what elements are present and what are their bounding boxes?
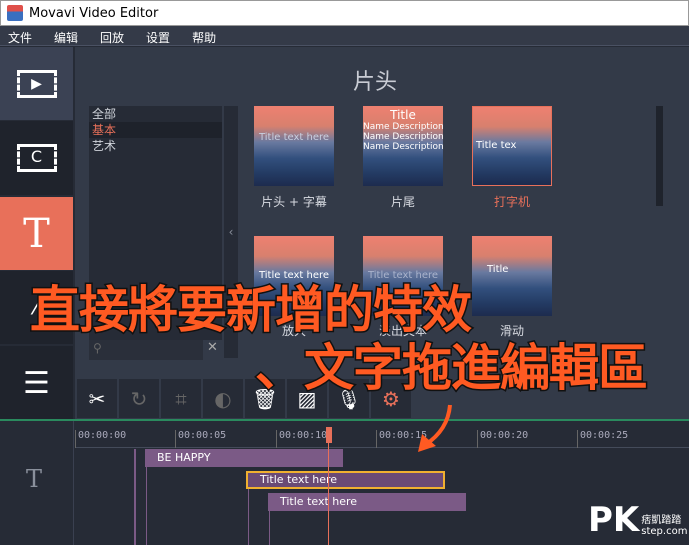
clip-link-line bbox=[146, 467, 147, 545]
app-icon bbox=[7, 5, 23, 21]
color-adjust-button[interactable]: ◐ bbox=[203, 379, 243, 418]
tick-label: 00:00:20 bbox=[477, 430, 528, 448]
thumb-label: 片尾 bbox=[390, 195, 415, 209]
timeline-clip-selected[interactable]: Title text here bbox=[246, 471, 445, 489]
title-thumb-opening[interactable]: Title text here bbox=[254, 106, 334, 186]
crop-button[interactable]: ⌗ bbox=[161, 379, 201, 418]
clip-link-line bbox=[269, 511, 270, 545]
sidebar-filters-button[interactable]: C bbox=[0, 121, 73, 195]
rotate-button[interactable]: ↻ bbox=[119, 379, 159, 418]
chevron-left-icon: ‹ bbox=[228, 225, 234, 239]
playhead-line bbox=[328, 443, 329, 545]
menu-settings[interactable]: 设置 bbox=[138, 26, 180, 45]
contrast-icon: ◐ bbox=[214, 386, 232, 411]
clip-link-line bbox=[248, 489, 249, 545]
rotate-icon: ↻ bbox=[130, 386, 148, 411]
clip-link-line bbox=[134, 449, 136, 545]
tick-label: 00:00:05 bbox=[175, 430, 226, 448]
title-thumb-typewriter[interactable]: Title tex bbox=[472, 106, 552, 186]
clear-search-button[interactable]: ✕ bbox=[203, 340, 222, 360]
search-icon: ⚲ bbox=[93, 341, 102, 355]
window-title: Movavi Video Editor bbox=[29, 5, 159, 21]
timeline-clip[interactable]: BE HAPPY bbox=[145, 449, 343, 467]
overlay-caption-line2: 、文字拖進編輯區 bbox=[254, 338, 650, 399]
title-thumb-ending[interactable]: Title Name Description Name Description N… bbox=[363, 106, 443, 186]
category-all[interactable]: 全部 bbox=[89, 106, 222, 122]
film-play-icon: ▶ bbox=[16, 69, 57, 98]
thumb-label: 打字机 bbox=[493, 195, 530, 209]
text-track-icon: T bbox=[26, 465, 43, 493]
title-thumb-slide[interactable]: Title bbox=[472, 236, 552, 316]
sidebar-titles-button[interactable]: T bbox=[0, 197, 73, 270]
cut-button[interactable]: ✂ bbox=[77, 379, 117, 418]
text-icon: T bbox=[23, 210, 50, 257]
category-art[interactable]: 艺术 bbox=[89, 138, 222, 154]
menu-file[interactable]: 文件 bbox=[0, 26, 42, 45]
menu-bar: 文件 编辑 回放 设置 帮助 bbox=[0, 26, 689, 46]
film-filter-icon: C bbox=[16, 144, 57, 172]
tick-label: 00:00:10 bbox=[276, 430, 327, 448]
watermark-logo: PK 痞凱踏踏 step.com bbox=[588, 500, 688, 540]
panel-title: 片头 bbox=[352, 70, 397, 95]
menu-playback[interactable]: 回放 bbox=[92, 26, 134, 45]
tick-label: 00:00:25 bbox=[577, 430, 628, 448]
menu-edit[interactable]: 编辑 bbox=[46, 26, 88, 45]
playhead-handle[interactable] bbox=[326, 427, 332, 443]
category-basic[interactable]: 基本 bbox=[89, 122, 222, 138]
title-bar: Movavi Video Editor bbox=[0, 0, 689, 26]
tick-label: 00:00:00 bbox=[75, 430, 126, 448]
search-input[interactable]: ⚲ ✕ bbox=[89, 340, 222, 360]
track-header: T bbox=[0, 421, 74, 545]
panel-scrollbar[interactable] bbox=[656, 106, 663, 206]
crop-icon: ⌗ bbox=[175, 386, 187, 411]
sidebar-more-button[interactable]: ☰ bbox=[0, 346, 73, 420]
menu-help[interactable]: 帮助 bbox=[184, 26, 226, 45]
sidebar-import-button[interactable]: ▶ bbox=[0, 47, 73, 120]
arrow-annotation-icon bbox=[418, 404, 452, 452]
menu-icon: ☰ bbox=[23, 365, 50, 401]
thumb-label: 片头 + 字幕 bbox=[261, 195, 327, 209]
scissors-icon: ✂ bbox=[88, 386, 106, 411]
timeline-clip[interactable]: Title text here bbox=[268, 493, 466, 511]
